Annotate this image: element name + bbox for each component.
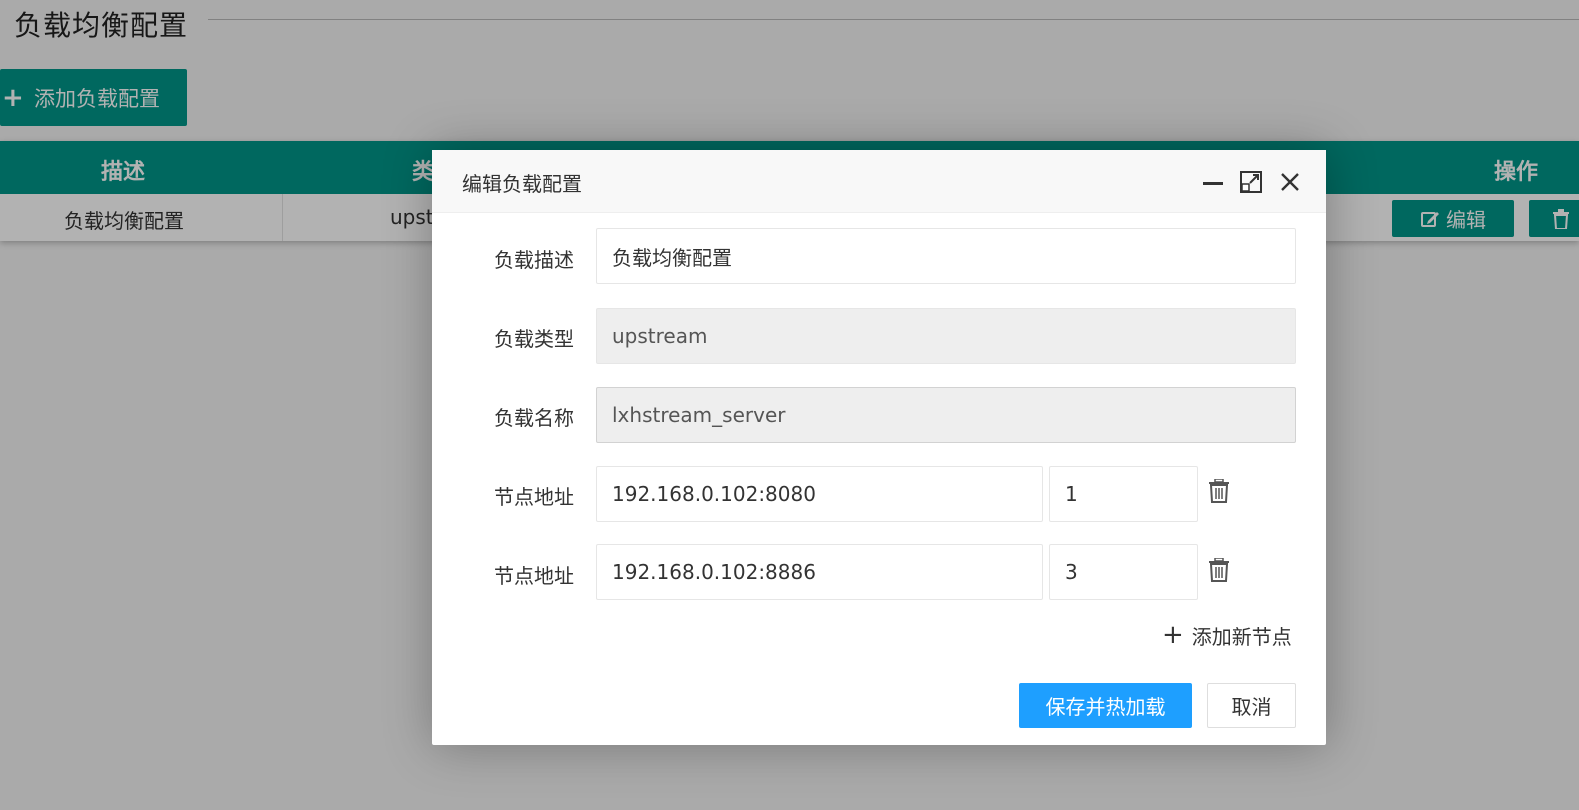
- node-weight-input[interactable]: [1049, 466, 1198, 522]
- type-label: 负载类型: [494, 327, 574, 351]
- cancel-button[interactable]: 取消: [1207, 683, 1296, 728]
- desc-input[interactable]: [596, 228, 1296, 284]
- type-input: [596, 308, 1296, 364]
- edit-config-dialog: 编辑负载配置 负载描述 负载类型 负载名称 节点地址 节点地址: [432, 150, 1326, 745]
- node-weight-input[interactable]: [1049, 544, 1198, 600]
- name-label: 负载名称: [494, 406, 574, 430]
- node-address-input[interactable]: [596, 544, 1043, 600]
- trash-icon[interactable]: [1208, 479, 1230, 503]
- dialog-header: 编辑负载配置: [432, 150, 1326, 213]
- node-address-label: 节点地址: [494, 564, 574, 588]
- dialog-title: 编辑负载配置: [462, 172, 582, 196]
- node-address-input[interactable]: [596, 466, 1043, 522]
- maximize-icon[interactable]: [1238, 169, 1264, 195]
- plus-icon: +: [1162, 620, 1184, 650]
- add-node-button[interactable]: + 添加新节点: [1162, 620, 1292, 650]
- name-input: [596, 387, 1296, 443]
- minimize-icon[interactable]: [1200, 169, 1226, 195]
- desc-label: 负载描述: [494, 248, 574, 272]
- add-node-label: 添加新节点: [1191, 624, 1292, 649]
- trash-icon[interactable]: [1208, 558, 1230, 582]
- close-icon[interactable]: [1277, 169, 1303, 195]
- save-reload-button[interactable]: 保存并热加载: [1019, 683, 1192, 728]
- node-address-label: 节点地址: [494, 485, 574, 509]
